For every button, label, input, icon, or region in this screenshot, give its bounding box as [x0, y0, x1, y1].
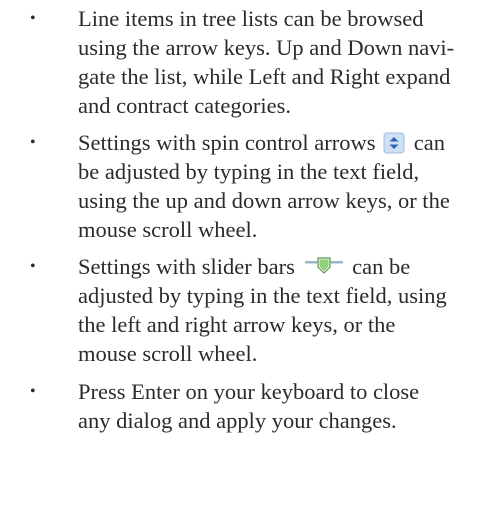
list-item-text: Line items in tree lists can be browsed …: [78, 4, 477, 120]
text-line: be adjusted by typing in the text field,: [78, 159, 420, 184]
text-line: the left and right arrow keys, or the: [78, 312, 396, 337]
text-line: Press Enter on your keyboard to close: [78, 379, 420, 404]
text-line: using the up and down arrow keys, or the: [78, 188, 450, 213]
text-segment: can be: [346, 254, 411, 279]
bullet-icon: •: [30, 383, 36, 400]
bullet-icon: •: [30, 258, 36, 275]
text-line: using the arrow keys. Up and Down navi-: [78, 35, 455, 60]
list-item-text: Settings with slider bars can be adjuste…: [78, 252, 477, 368]
list-item-text: Press Enter on your keyboard to close an…: [78, 377, 477, 435]
text-line: and contract categories.: [78, 93, 292, 118]
bullet-icon: •: [30, 134, 36, 151]
text-segment: Settings with spin control arrows: [78, 130, 382, 155]
text-line: any dialog and apply your changes.: [78, 408, 397, 433]
text-line: adjusted by typing in the text field, us…: [78, 283, 447, 308]
text-line: Settings with slider bars can be: [78, 252, 477, 281]
bullet-icon: •: [30, 10, 36, 27]
spin-control-arrows-icon: [383, 132, 405, 154]
slider-bar-icon: [305, 257, 344, 274]
text-line: Line items in tree lists can be browsed: [78, 6, 424, 31]
text-line: gate the list, while Left and Right expa…: [78, 64, 451, 89]
text-line: mouse scroll wheel.: [78, 217, 258, 242]
text-segment: can: [408, 130, 445, 155]
text-line: mouse scroll wheel.: [78, 341, 258, 366]
text-segment: Settings with slider bars: [78, 254, 301, 279]
list-item-text: Settings with spin control arrows can be…: [78, 128, 477, 244]
text-line: Settings with spin control arrows can: [78, 128, 477, 157]
